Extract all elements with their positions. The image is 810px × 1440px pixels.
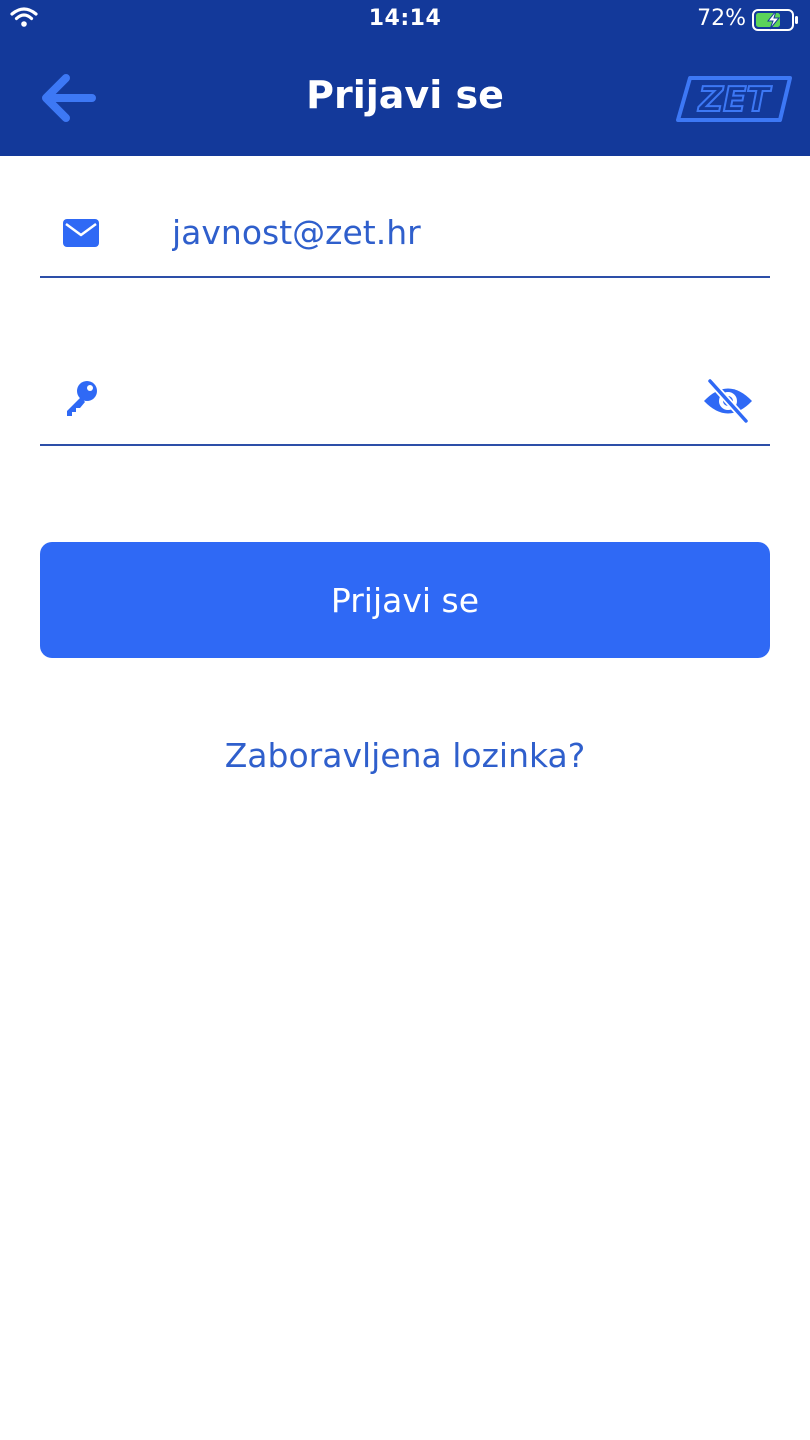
zet-logo: ZET xyxy=(676,76,792,122)
envelope-icon xyxy=(63,219,99,247)
email-field xyxy=(40,190,770,278)
login-button[interactable]: Prijavi se xyxy=(40,542,770,658)
key-icon xyxy=(67,381,97,416)
status-time: 14:14 xyxy=(368,6,442,31)
email-input[interactable] xyxy=(172,204,692,260)
password-input[interactable] xyxy=(172,374,692,430)
forgot-password-link[interactable]: Zaboravljena lozinka? xyxy=(0,736,810,775)
password-field xyxy=(40,360,770,446)
app-header: 14:14 72% Prijavi se ZET xyxy=(0,0,810,156)
logo-text: ZET xyxy=(697,80,772,120)
eye-slash-icon[interactable] xyxy=(702,378,754,424)
status-bar: 14:14 72% xyxy=(0,0,810,42)
battery-charging-icon xyxy=(752,9,798,31)
battery-percent: 72% xyxy=(697,6,746,31)
